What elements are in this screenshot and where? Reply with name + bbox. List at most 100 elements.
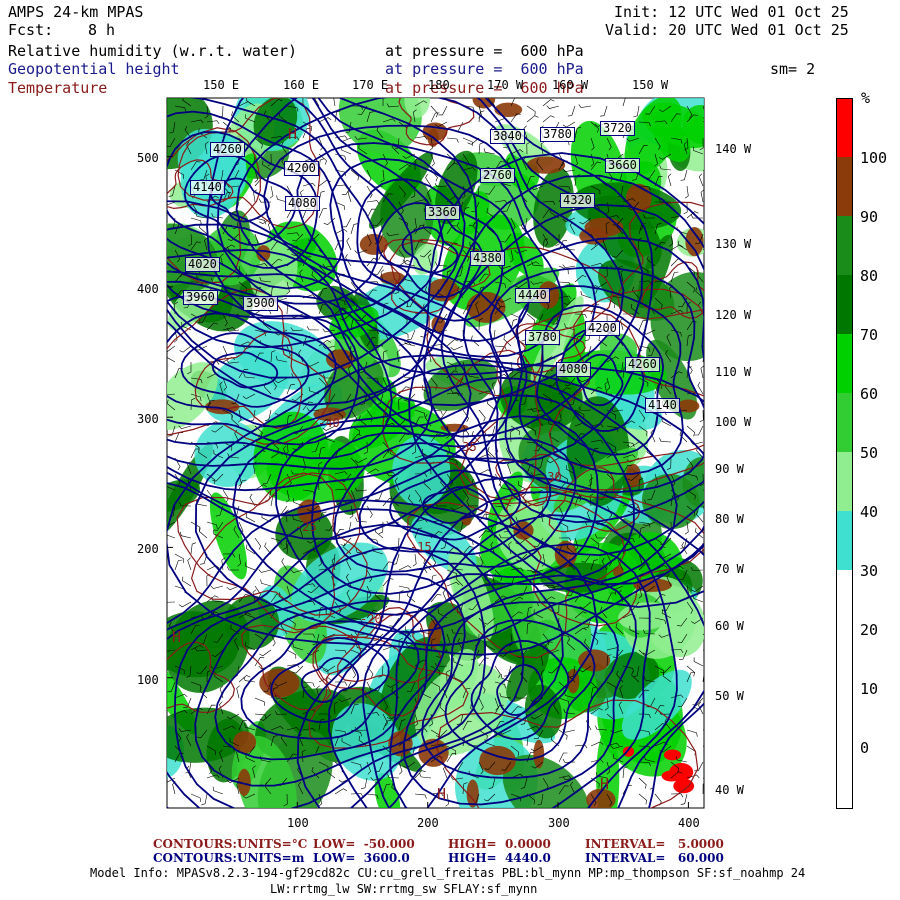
y-tick-label: 300 xyxy=(137,412,159,426)
height-contour-label: 4440 xyxy=(515,288,550,303)
colorbar-segment xyxy=(836,570,853,809)
contour-info-temp-units: UNITS=°C xyxy=(237,837,308,851)
y-tick-label: 100 xyxy=(137,673,159,687)
height-contour-label: 3780 xyxy=(525,330,560,345)
lon-label-top: 150 E xyxy=(203,78,240,92)
lon-label-right: 80 W xyxy=(715,512,744,526)
colorbar-segment xyxy=(836,216,853,275)
y-tick-label: 200 xyxy=(137,542,159,556)
wind-barb xyxy=(702,248,704,251)
colorbar-segment xyxy=(836,334,853,393)
colorbar-segment xyxy=(836,98,853,158)
wind-barb xyxy=(702,489,704,491)
wind-barb xyxy=(702,729,704,731)
contour-info-temp-low: LOW= -50.000 xyxy=(313,837,415,851)
temperature-contour-label: -20 xyxy=(360,612,382,626)
model-info-line1: Model Info: MPASv8.2.3-194-gf29cd82c CU:… xyxy=(90,866,806,880)
temperature-contour-label: -15 xyxy=(410,540,432,554)
humidity-patch-100 xyxy=(661,770,682,782)
x-tick-label: 400 xyxy=(678,816,700,830)
lon-label-right: 100 W xyxy=(715,415,752,429)
lon-label-right: 70 W xyxy=(715,562,744,576)
height-contour-label: 3360 xyxy=(425,205,460,220)
colorbar-unit: % xyxy=(861,89,871,107)
humidity-patch-saturated xyxy=(479,745,516,776)
height-contour-label: 4200 xyxy=(284,161,319,176)
humidity-patch-saturated xyxy=(494,102,523,118)
colorbar-segment xyxy=(836,275,853,334)
lon-label-right: 130 W xyxy=(715,237,752,251)
height-contour-label: 4080 xyxy=(556,362,591,377)
lon-label-right: 140 W xyxy=(715,142,752,156)
contour-info-height-label: CONTOURS: xyxy=(153,851,237,865)
height-contour-label: 4260 xyxy=(210,142,245,157)
height-contour-label: 4080 xyxy=(285,196,320,211)
lon-label-right: 40 W xyxy=(715,783,744,797)
map-content xyxy=(167,98,704,808)
height-contour-label: 4200 xyxy=(585,321,620,336)
x-tick-label: 300 xyxy=(548,816,570,830)
contour-info-height-high: HIGH= 4440.0 xyxy=(448,851,551,865)
lon-label-top: 170 E xyxy=(352,78,389,92)
contour-info-temp-label: CONTOURS: xyxy=(153,837,237,851)
colorbar-segment xyxy=(836,511,853,570)
contour-info-temp-high: HIGH= 0.0000 xyxy=(448,837,551,851)
wind-barb xyxy=(702,265,704,267)
contour-info-height-interval: INTERVAL= 60.000 xyxy=(585,851,724,865)
colorbar-label: 20 xyxy=(860,621,879,639)
height-contour-label: 3780 xyxy=(540,127,575,142)
humidity-patch-saturated xyxy=(418,738,449,767)
height-contour-label: 4380 xyxy=(470,251,505,266)
colorbar-label: 90 xyxy=(860,208,879,226)
height-contour-label: 3900 xyxy=(243,296,278,311)
temperature-contour-label: -30 xyxy=(540,470,562,484)
lon-label-top: 180 xyxy=(428,78,450,92)
colorbar-label: 80 xyxy=(860,267,879,285)
contour-info-temp-interval: INTERVAL= 5.0000 xyxy=(585,837,724,851)
colorbar-label: 40 xyxy=(860,503,879,521)
colorbar-label: 60 xyxy=(860,385,879,403)
height-contour-label: 4260 xyxy=(625,357,660,372)
temperature-contour-label: -40 xyxy=(318,416,340,430)
contour-info-height-low: LOW= 3600.0 xyxy=(313,851,410,865)
y-tick-label: 500 xyxy=(137,151,159,165)
colorbar-segment xyxy=(836,452,853,511)
humidity-patch-100 xyxy=(663,749,682,761)
high-pressure-mark: H xyxy=(172,628,182,646)
wind-barb xyxy=(702,777,704,779)
weather-map xyxy=(166,97,705,809)
y-tick-label: 400 xyxy=(137,282,159,296)
height-contour-label: 4140 xyxy=(190,180,225,195)
temperature-contour-label: -35 xyxy=(455,440,477,454)
height-contour-label: 3720 xyxy=(600,121,635,136)
humidity-patch-saturated xyxy=(533,739,545,769)
colorbar-segment xyxy=(836,393,853,452)
height-contour-label: 4140 xyxy=(645,398,680,413)
lon-label-right: 50 W xyxy=(715,689,744,703)
height-contour-label: 4320 xyxy=(560,193,595,208)
wind-barb xyxy=(702,121,704,123)
colorbar-segment xyxy=(836,157,853,216)
height-contour-label: 3660 xyxy=(605,158,640,173)
high-pressure-mark: H xyxy=(288,125,298,143)
colorbar-label: 10 xyxy=(860,680,879,698)
x-tick-label: 200 xyxy=(417,816,439,830)
colorbar-label: 0 xyxy=(860,739,870,757)
lon-label-top: 170 W xyxy=(487,78,524,92)
lon-label-right: 110 W xyxy=(715,365,752,379)
lon-label-right: 90 W xyxy=(715,462,744,476)
model-info-line2: LW:rrtmg_lw SW:rrtmg_sw SFLAY:sf_mynn xyxy=(270,882,538,896)
humidity-patch-saturated xyxy=(472,98,496,109)
wind-barb xyxy=(702,649,704,651)
colorbar-label: 30 xyxy=(860,562,879,580)
height-contour-label: 3840 xyxy=(490,129,525,144)
height-contour-label: 2760 xyxy=(480,168,515,183)
lon-label-top: 160 W xyxy=(552,78,589,92)
colorbar-label: 50 xyxy=(860,444,879,462)
x-tick-label: 100 xyxy=(287,816,309,830)
high-pressure-mark: H xyxy=(437,785,447,803)
colorbar-label: 100 xyxy=(860,149,888,167)
lon-label-right: 120 W xyxy=(715,308,752,322)
lon-label-top: 160 E xyxy=(283,78,320,92)
height-contour-label: 3960 xyxy=(183,290,218,305)
